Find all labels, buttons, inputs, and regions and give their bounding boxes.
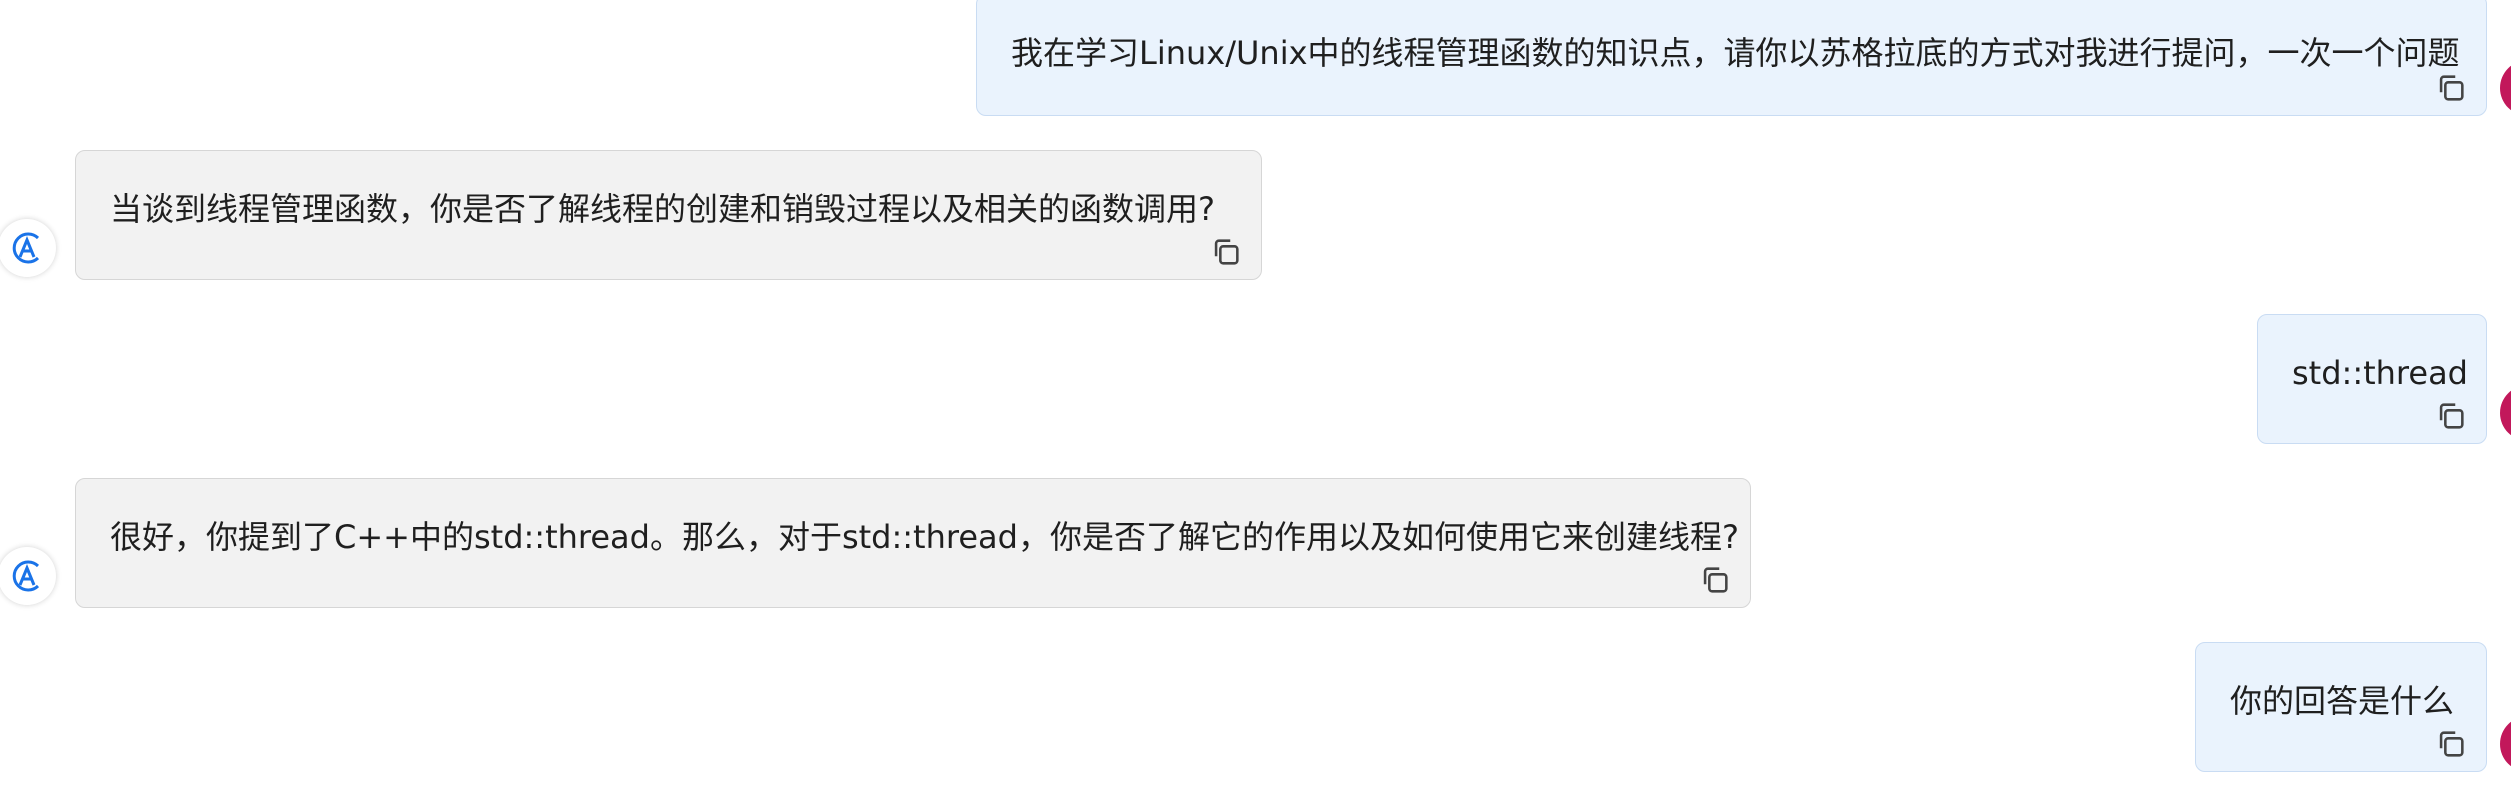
assistant-logo-icon <box>12 232 40 264</box>
user-avatar[interactable] <box>2500 385 2511 441</box>
copy-icon <box>1703 567 1728 593</box>
copy-button[interactable] <box>1209 235 1243 269</box>
copy-icon <box>2439 403 2464 429</box>
message-text: 当谈到线程管理函数，你是否了解线程的创建和销毁过程以及相关的函数调用? <box>110 190 1215 228</box>
copy-icon <box>2439 731 2464 757</box>
user-avatar[interactable] <box>2500 716 2511 772</box>
assistant-logo-icon <box>12 560 40 592</box>
assistant-message: 当谈到线程管理函数，你是否了解线程的创建和销毁过程以及相关的函数调用? <box>75 150 1262 280</box>
copy-button[interactable] <box>2434 727 2468 761</box>
user-message: 我在学习Linux/Unix中的线程管理函数的知识点，请你以苏格拉底的方式对我进… <box>976 0 2487 116</box>
copy-button[interactable] <box>2434 399 2468 433</box>
user-message: 你的回答是什么 <box>2195 642 2487 772</box>
message-text: 你的回答是什么 <box>2230 682 2455 720</box>
message-text: 我在学习Linux/Unix中的线程管理函数的知识点，请你以苏格拉底的方式对我进… <box>1011 34 2460 72</box>
assistant-message: 很好，你提到了C++中的std::thread。那么，对于std::thread… <box>75 478 1751 608</box>
assistant-avatar <box>0 547 56 605</box>
copy-button[interactable] <box>2434 71 2468 105</box>
user-avatar[interactable] <box>2500 60 2511 116</box>
user-message: std::thread <box>2257 314 2487 444</box>
message-text: 很好，你提到了C++中的std::thread。那么，对于std::thread… <box>110 518 1739 556</box>
copy-button[interactable] <box>1698 563 1732 597</box>
chat-thread: 我在学习Linux/Unix中的线程管理函数的知识点，请你以苏格拉底的方式对我进… <box>0 0 2511 790</box>
copy-icon <box>2439 75 2464 101</box>
message-text: std::thread <box>2292 354 2468 392</box>
copy-icon <box>1214 239 1239 265</box>
assistant-avatar <box>0 219 56 277</box>
